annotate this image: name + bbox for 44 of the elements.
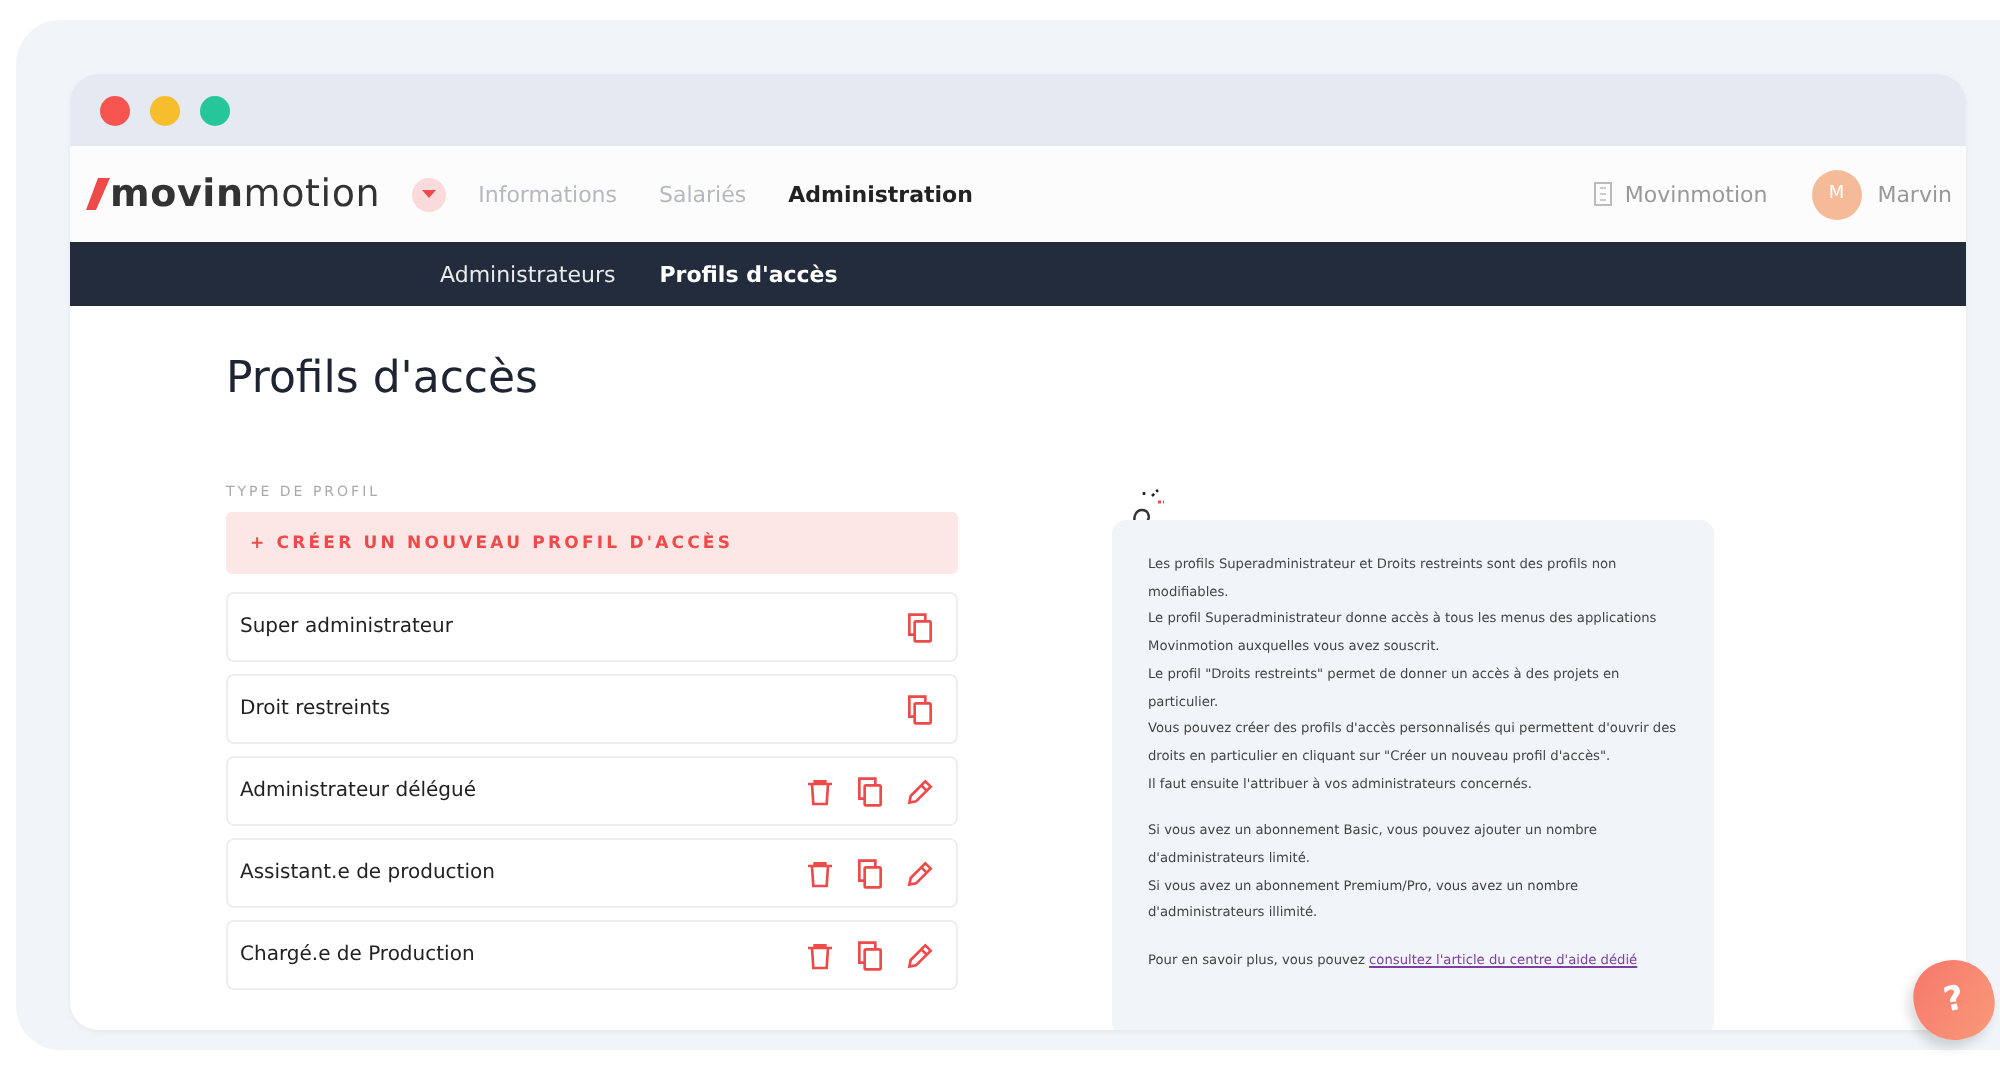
edit-button[interactable] — [904, 857, 936, 889]
profile-name: Administrateur délégué — [240, 780, 478, 802]
edit-button[interactable] — [904, 939, 936, 971]
copy-icon — [854, 939, 886, 971]
page-title: Profils d'accès — [226, 354, 541, 404]
copy-icon — [904, 611, 936, 643]
duplicate-button[interactable] — [854, 775, 886, 807]
pencil-icon — [904, 775, 936, 807]
building-icon — [1594, 182, 1613, 206]
logo: movinmotion — [110, 172, 381, 216]
minimize-dot[interactable] — [150, 95, 180, 125]
duplicate-button[interactable] — [854, 939, 886, 971]
delete-button[interactable] — [804, 775, 836, 807]
copy-icon — [854, 857, 886, 889]
edit-button[interactable] — [904, 775, 936, 807]
profile-row[interactable]: Assistant.e de production — [226, 838, 958, 908]
duplicate-button[interactable] — [904, 611, 936, 643]
profile-name: Super administrateur — [240, 616, 455, 638]
profile-row[interactable]: Super administrateur — [226, 592, 958, 662]
profile-row[interactable]: Chargé.e de Production — [226, 920, 958, 990]
duplicate-button[interactable] — [904, 693, 936, 725]
profile-row[interactable]: Droit restreints — [226, 674, 958, 744]
duplicate-button[interactable] — [854, 857, 886, 889]
nav-tab[interactable]: Administration — [788, 181, 973, 207]
trash-icon — [804, 775, 836, 807]
copy-icon — [854, 775, 886, 807]
subnav-tab[interactable]: Administrateurs — [440, 261, 616, 287]
profile-row[interactable]: Administrateur délégué — [226, 756, 958, 826]
subnav-tab[interactable]: Profils d'accès — [659, 261, 838, 287]
caret-icon — [422, 189, 437, 199]
pencil-icon — [904, 939, 936, 971]
profile-name: Chargé.e de Production — [240, 944, 477, 966]
profile-name: Droit restreints — [240, 698, 393, 720]
delete-button[interactable] — [804, 939, 836, 971]
trash-icon — [804, 857, 836, 889]
logo-icon — [86, 178, 110, 210]
dropdown-button[interactable] — [412, 177, 447, 211]
delete-button[interactable] — [804, 857, 836, 889]
profile-name: Assistant.e de production — [240, 862, 497, 884]
close-dot[interactable] — [100, 95, 130, 125]
trash-icon — [804, 939, 836, 971]
pencil-icon — [904, 857, 936, 889]
maximize-dot[interactable] — [200, 95, 230, 125]
copy-icon — [904, 693, 936, 725]
